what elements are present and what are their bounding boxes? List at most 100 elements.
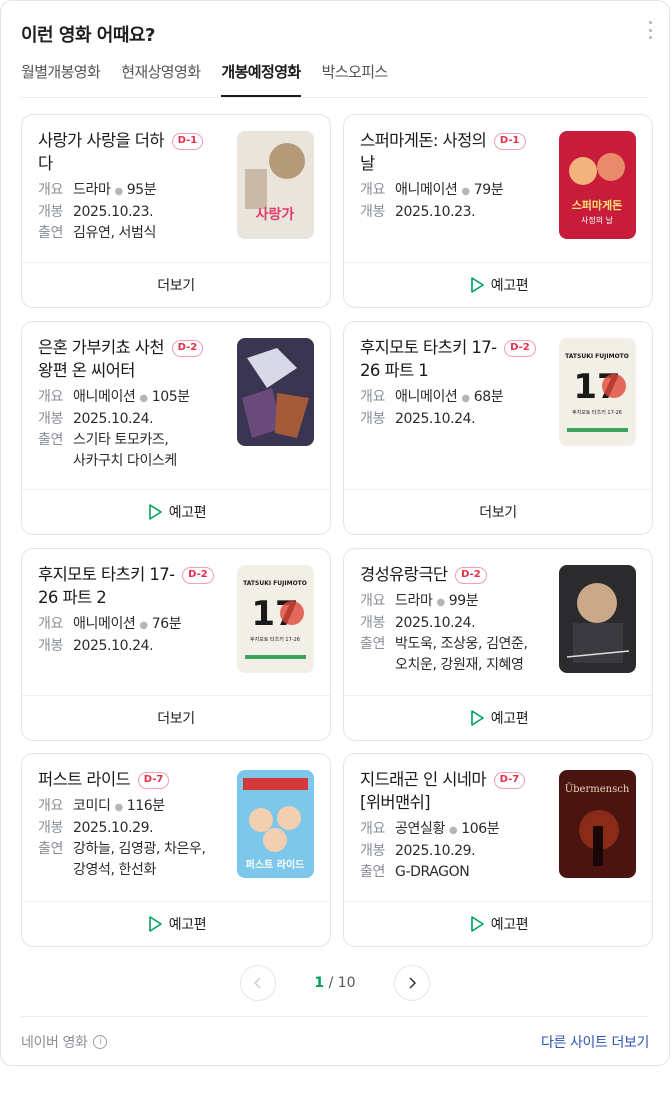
trailer-button[interactable]: 예고편 — [22, 901, 330, 946]
poster-ubermensch[interactable]: Übermensch — [559, 770, 636, 878]
cast-value: 사카구치 다이스케 — [73, 453, 177, 469]
poster-title-text: 사랑가 — [256, 207, 295, 223]
more-options-icon[interactable] — [643, 21, 657, 39]
next-page-button[interactable] — [393, 965, 430, 1001]
movie-title[interactable]: 경성유랑극단 D-2 — [360, 563, 487, 586]
poster-sarangga[interactable]: 사랑가 — [237, 131, 314, 239]
action-label: 예고편 — [168, 917, 207, 933]
info-icon[interactable]: i — [93, 1035, 108, 1049]
movie-title[interactable]: 후지모토 타츠키 17- D-2 26 파트 2 — [38, 563, 214, 609]
poster-subtitle-text: 사정의 날 — [581, 215, 614, 225]
movie-card[interactable]: 후지모토 타츠키 17- D-2 26 파트 1 개요 애니메이션 ● 68분 개봉 2025… — [343, 321, 653, 535]
movie-title[interactable]: 사랑가 사랑을 더하 D-1 다 — [38, 129, 204, 175]
runtime-value: 99분 — [448, 593, 479, 609]
release-value: 2025.10.24. — [395, 411, 476, 427]
movie-card[interactable]: 지드래곤 인 시네마 D-7 [위버맨쉬] 개요 공연실황 ● 106분 개봉 2025.10… — [343, 753, 653, 947]
release-row: 개봉 2025.10.24. — [38, 636, 181, 657]
panel-title: 이런 영화 어때요? — [21, 25, 155, 46]
cast-label: 출연 — [38, 841, 63, 857]
trailer-button[interactable]: 예고편 — [344, 262, 652, 307]
action-label: 더보기 — [479, 505, 517, 521]
cast-value: 박도욱, 조상웅, 김연준, — [395, 636, 528, 652]
movie-info: 개요 드라마 ● 99분 개봉 2025.10.24. 출연 박도욱, 조상웅, 김연준, 오치… — [360, 591, 528, 676]
chevron-right-icon — [409, 977, 416, 989]
movie-title-line: [위버맨쉬] — [360, 793, 431, 812]
genre-row: 개요 애니메이션 ● 76분 — [38, 614, 182, 636]
genre-value: 애니메이션 — [73, 616, 136, 632]
movie-title[interactable]: 퍼스트 라이드 D-7 — [38, 768, 170, 791]
movie-title[interactable]: 스퍼마게돈: 사정의 D-1 날 — [360, 129, 526, 175]
cast-value: 강하늘, 김영광, 차은우, — [73, 841, 206, 857]
trailer-button[interactable]: 예고편 — [344, 695, 652, 740]
genre-label: 개요 — [38, 182, 63, 198]
cast-label: 출연 — [360, 636, 385, 652]
tab-upcoming[interactable]: 개봉예정영화 — [221, 61, 301, 97]
runtime-value: 79분 — [473, 182, 504, 198]
movie-card[interactable]: 후지모토 타츠키 17- D-2 26 파트 2 개요 애니메이션 ● 76분 개봉 2025… — [21, 548, 331, 741]
genre-value: 드라마 — [73, 182, 111, 198]
prev-page-button[interactable] — [240, 965, 277, 1001]
movie-title[interactable]: 지드래곤 인 시네마 D-7 [위버맨쉬] — [360, 768, 526, 814]
trailer-button[interactable]: 예고편 — [22, 489, 330, 534]
poster-first-ride[interactable]: 퍼스트 라이드 — [237, 770, 314, 878]
play-icon — [468, 276, 486, 294]
movie-card[interactable]: 퍼스트 라이드 D-7 개요 코미디 ● 116분 개봉 2025.10.29. 출연 강하늘,… — [21, 753, 331, 947]
release-label: 개봉 — [360, 411, 385, 427]
poster-title-text: 스퍼마게돈 — [572, 198, 623, 212]
more-button[interactable]: 더보기 — [344, 489, 652, 534]
dday-badge: D-1 — [171, 133, 204, 150]
genre-value: 애니메이션 — [73, 389, 136, 405]
release-value: 2025.10.24. — [73, 411, 154, 427]
chevron-left-icon — [254, 977, 261, 989]
genre-row: 개요 공연실황 ● 106분 — [360, 819, 500, 841]
more-button[interactable]: 더보기 — [22, 262, 330, 307]
poster-fujimoto-2[interactable]: TATSUKI FUJIMOTO 17 후지모토 타츠키 17-26 — [237, 565, 314, 673]
tab-now-showing[interactable]: 현재상영영화 — [121, 61, 201, 97]
genre-label: 개요 — [360, 821, 385, 837]
more-button[interactable]: 더보기 — [22, 695, 330, 740]
action-label: 예고편 — [490, 711, 529, 727]
genre-value: 코미디 — [73, 798, 111, 814]
release-label: 개봉 — [38, 820, 63, 836]
cast-row: 출연 박도욱, 조상웅, 김연준, 오치운, 강원재, 지혜영 — [360, 634, 528, 676]
poster-fujimoto-1[interactable]: TATSUKI FUJIMOTO 17 후지모토 타츠키 17-26 — [559, 338, 636, 446]
dday-badge: D-1 — [493, 133, 526, 150]
movie-title-line: 날 — [360, 154, 375, 173]
poster-title-text: 퍼스트 라이드 — [246, 858, 305, 871]
trailer-button[interactable]: 예고편 — [344, 901, 652, 946]
genre-label: 개요 — [360, 593, 385, 609]
movie-card[interactable]: 은혼 가부키쵸 사천 D-2 왕편 온 씨어터 개요 애니메이션 ● 105분 개봉 2025… — [21, 321, 331, 535]
movie-title-line: 후지모토 타츠키 17- — [360, 338, 497, 357]
other-sites-link[interactable]: 다른 사이트 더보기 — [541, 1032, 649, 1052]
tab-box-office[interactable]: 박스오피스 — [322, 61, 389, 97]
movie-title[interactable]: 후지모토 타츠키 17- D-2 26 파트 1 — [360, 336, 536, 382]
panel-footer: 네이버 영화 i 다른 사이트 더보기 — [21, 1016, 649, 1067]
release-row: 개봉 2025.10.23. — [38, 202, 156, 223]
tab-bar: 월별개봉영화 현재상영영화 개봉예정영화 박스오피스 — [21, 61, 649, 98]
movie-info: 개요 애니메이션 ● 105분 개봉 2025.10.24. 출연 스기타 토모카즈, 사카구치… — [38, 387, 190, 472]
runtime-value: 95분 — [126, 182, 157, 198]
genre-label: 개요 — [38, 389, 63, 405]
cast-label: 출연 — [360, 864, 385, 880]
movie-card[interactable]: 스퍼마게돈: 사정의 D-1 날 개요 애니메이션 ● 79분 개봉 2025.10.23. 스… — [343, 114, 653, 308]
dday-badge: D-7 — [493, 772, 526, 789]
release-row: 개봉 2025.10.24. — [360, 409, 503, 430]
action-label: 예고편 — [168, 505, 207, 521]
release-row: 개봉 2025.10.29. — [360, 841, 499, 862]
movie-title-line: 26 파트 1 — [360, 361, 429, 380]
cast-value: G-DRAGON — [395, 864, 470, 880]
movie-card[interactable]: 사랑가 사랑을 더하 D-1 다 개요 드라마 ● 95분 개봉 2025.10.23. 출연 김… — [21, 114, 331, 308]
movie-card[interactable]: 경성유랑극단 D-2 개요 드라마 ● 99분 개봉 2025.10.24. 출연 박도욱, 조… — [343, 548, 653, 741]
movie-info: 개요 애니메이션 ● 76분 개봉 2025.10.24. — [38, 614, 182, 657]
dot-separator: ● — [448, 825, 458, 836]
play-icon — [146, 915, 164, 933]
poster-spermageddon[interactable]: 스퍼마게돈사정의 날 — [559, 131, 636, 239]
genre-value: 드라마 — [395, 593, 433, 609]
genre-label: 개요 — [360, 182, 385, 198]
movie-title[interactable]: 은혼 가부키쵸 사천 D-2 왕편 온 씨어터 — [38, 336, 204, 382]
poster-gyeongseong[interactable] — [559, 565, 636, 673]
release-value: 2025.10.24. — [395, 615, 476, 631]
tab-monthly-release[interactable]: 월별개봉영화 — [21, 61, 101, 97]
poster-gintama[interactable] — [237, 338, 314, 446]
movie-info: 개요 공연실황 ● 106분 개봉 2025.10.29. 출연 G-DRAGON — [360, 819, 500, 883]
